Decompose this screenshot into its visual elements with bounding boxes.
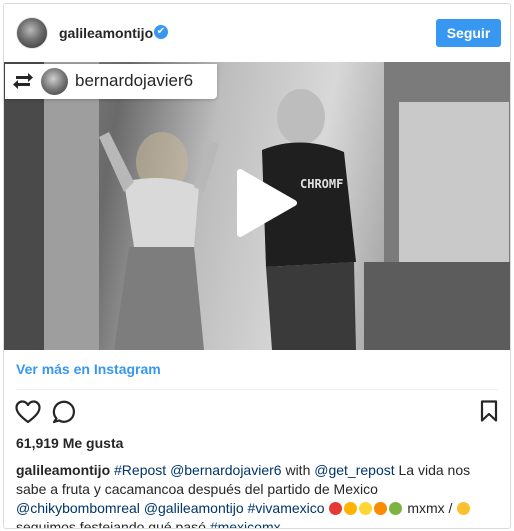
mention-get-repost[interactable]: @get_repost: [314, 462, 394, 478]
mention-galileamontijo[interactable]: @galileamontijo: [144, 500, 244, 516]
shirt-text: CHROMF: [300, 177, 344, 191]
video-player[interactable]: CHROMF bernardojavier6: [4, 62, 510, 350]
orange-emoji-icon: [374, 502, 388, 515]
post-caption: galileamontijo #Repost @bernardojavier6 …: [16, 461, 500, 529]
verified-icon: ✔: [154, 25, 168, 39]
repost-tag[interactable]: bernardojavier6: [5, 64, 217, 99]
caption-username[interactable]: galileamontijo: [16, 462, 110, 478]
hashtag-mexicomx[interactable]: #mexicomx: [210, 519, 281, 528]
caption-text-3: seguimos festejando qué pasó: [16, 519, 210, 529]
divider: [16, 389, 498, 390]
follow-button[interactable]: Seguir: [436, 19, 501, 47]
hashtag-vivamexico[interactable]: #vivamexico: [248, 500, 325, 516]
pear-emoji-icon: [389, 502, 403, 515]
mention-bernardojavier6[interactable]: @bernardojavier6: [170, 462, 282, 478]
hashtag-repost[interactable]: #Repost: [114, 462, 166, 478]
play-icon[interactable]: [230, 168, 300, 238]
pineapple-emoji-icon: [344, 502, 358, 515]
caption-text-2: mxmx /: [403, 500, 457, 516]
author-avatar[interactable]: [16, 17, 48, 49]
repost-icon: [13, 73, 33, 89]
strawberry-emoji-icon: [329, 502, 343, 515]
heart-icon[interactable]: [15, 400, 41, 424]
view-more-link[interactable]: Ver más en Instagram: [16, 361, 161, 377]
author-username[interactable]: galileamontijo: [59, 25, 153, 41]
likes-count[interactable]: 61,919 Me gusta: [16, 435, 123, 451]
bookmark-icon[interactable]: [480, 400, 498, 422]
laughing-emoji-icon: [457, 502, 471, 515]
repost-username: bernardojavier6: [75, 71, 194, 90]
repost-user-avatar: [41, 68, 68, 95]
post-header: galileamontijo ✔ Seguir: [4, 4, 510, 62]
mention-chikybombomreal[interactable]: @chikybombomreal: [16, 500, 140, 516]
caption-text-with: with: [281, 462, 315, 478]
lemon-emoji-icon: [359, 502, 373, 515]
comment-icon[interactable]: [52, 400, 76, 424]
instagram-embed-card: galileamontijo ✔ Seguir CHROMF bernardoj…: [3, 3, 511, 529]
